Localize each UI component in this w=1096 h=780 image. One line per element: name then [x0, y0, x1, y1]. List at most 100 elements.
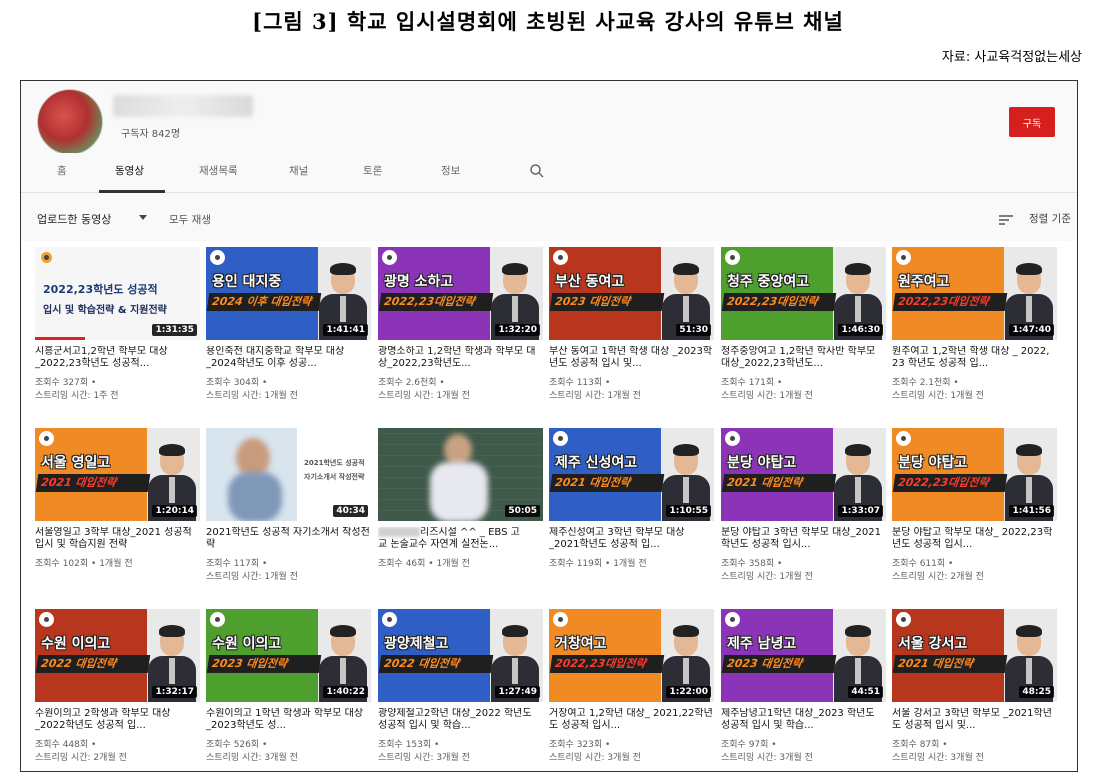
school-logo-icon [896, 250, 911, 265]
video-card[interactable]: 부산 동여고 2023 대입전략 51:30 부산 동여고 1학년 학생 대상 … [549, 247, 714, 417]
view-count: 조회수 46회 • 1개월 전 [378, 559, 470, 569]
duration-badge: 40:34 [333, 505, 368, 517]
view-count: 조회수 526회 • [206, 740, 268, 750]
thumbnail-school-name: 서울 영일고 [41, 455, 111, 471]
video-thumbnail[interactable]: 분당 야탑고 2021 대입전략 1:33:07 [721, 428, 886, 521]
school-logo-icon [39, 612, 54, 627]
redacted-text [378, 527, 420, 537]
video-card[interactable]: 용인 대지중 2024 이후 대입전략 1:41:41 용인죽전 대지중학교 학… [206, 247, 371, 417]
tab-videos[interactable]: 동영상 [115, 163, 144, 178]
tab-channels[interactable]: 채널 [289, 163, 308, 178]
school-logo-icon [553, 612, 568, 627]
thumbnail-banner: 2022,23대입전략 [549, 655, 665, 673]
school-logo-icon [210, 250, 225, 265]
video-thumbnail[interactable]: 청주 중앙여고 2022,23대입전략 1:46:30 [721, 247, 886, 340]
video-card[interactable]: 제주 남녕고 2023 대입전략 44:51 제주남녕고1학년 대상_2023 … [721, 609, 886, 771]
sort-button[interactable]: 정렬 기준 [1029, 211, 1071, 226]
thumbnail-school-name: 수원 이의고 [41, 636, 111, 652]
thumbnail-banner: 2022,23대입전략 [892, 293, 1008, 311]
video-title[interactable]: 2021학년도 성공적 자기소개서 작성전략 [206, 527, 371, 551]
video-thumbnail[interactable]: 수원 이의고 2022 대입전략 1:32:17 [35, 609, 200, 702]
video-title[interactable]: 리즈시설 ^^ _ EBS 고교 논술교수 자연계 실전논... [378, 527, 543, 551]
video-title[interactable]: 수원이의고 2학생과 학부모 대상_2022학년도 성공적 입... [35, 708, 200, 732]
thumbnail-heading: 2021학년도 성공적 [304, 459, 365, 467]
video-thumbnail[interactable]: 부산 동여고 2023 대입전략 51:30 [549, 247, 714, 340]
video-card[interactable]: 분당 야탑고 2022,23대입전략 1:41:56 분당 야탑고 학부모 대상… [892, 428, 1057, 598]
video-card[interactable]: 청주 중앙여고 2022,23대입전략 1:46:30 청주중앙여고 1,2학년… [721, 247, 886, 417]
view-count: 조회수 327회 • [35, 378, 97, 388]
video-title[interactable]: 시흥군서고1,2학년 학부모 대상_2022,23학년도 성공적... [35, 346, 200, 370]
tab-home[interactable]: 홈 [57, 163, 67, 178]
video-thumbnail[interactable]: 분당 야탑고 2022,23대입전략 1:41:56 [892, 428, 1057, 521]
video-thumbnail[interactable]: 제주 신성여고 2021 대입전략 1:10:55 [549, 428, 714, 521]
video-title[interactable]: 제주신성여고 3학년 학부모 대상_2021학년도 성공적 입... [549, 527, 714, 551]
video-thumbnail[interactable]: 수원 이의고 2023 대입전략 1:40:22 [206, 609, 371, 702]
duration-badge: 1:32:17 [152, 686, 197, 698]
video-title[interactable]: 분당 야탑고 3학년 학부모 대상_2021학년도 성공적 입시... [721, 527, 886, 551]
video-title[interactable]: 광양제철고2학년 대상_2022 학년도 성공적 입시 및 학습... [378, 708, 543, 732]
video-card[interactable]: 서울 영일고 2021 대입전략 1:20:14 서울영일고 3학부 대상_20… [35, 428, 200, 598]
sort-icon[interactable] [999, 215, 1013, 225]
duration-badge: 48:25 [1019, 686, 1054, 698]
video-card[interactable]: 거창여고 2022,23대입전략 1:22:00 거창여고 1,2학년 대상_ … [549, 609, 714, 771]
video-card[interactable]: 수원 이의고 2022 대입전략 1:32:17 수원이의고 2학생과 학부모 … [35, 609, 200, 771]
thumbnail-school-name: 제주 남녕고 [727, 636, 797, 652]
video-title[interactable]: 부산 동여고 1학년 학생 대상 _2023학년도 성공적 입시 및... [549, 346, 714, 370]
tab-about[interactable]: 정보 [441, 163, 460, 178]
view-count: 조회수 113회 • [549, 378, 611, 388]
video-thumbnail[interactable]: 거창여고 2022,23대입전략 1:22:00 [549, 609, 714, 702]
video-card[interactable]: 광명 소하고 2022,23대입전략 1:32:20 광명소하고 1,2학년 학… [378, 247, 543, 417]
video-title[interactable]: 광명소하고 1,2학년 학생과 학부모 대상_2022,23학년도... [378, 346, 543, 370]
stream-time: 스트리밍 시간: 1개월 전 [206, 391, 298, 401]
video-thumbnail[interactable]: 제주 남녕고 2023 대입전략 44:51 [721, 609, 886, 702]
video-title[interactable]: 청주중앙여고 1,2학년 학사반 학부모 대상_2022,23학년도... [721, 346, 886, 370]
subscribe-button[interactable]: 구독 [1009, 107, 1055, 137]
tab-discussion[interactable]: 토론 [363, 163, 382, 178]
thumbnail-banner: 2023 대입전략 [549, 293, 665, 311]
thumbnail-school-name: 제주 신성여고 [555, 455, 638, 471]
video-title[interactable]: 거창여고 1,2학년 대상_ 2021,22학년도 성공적 입시... [549, 708, 714, 732]
video-title[interactable]: 서울 강서고 3학년 학부모 _2021학년도 성공적 입시 및... [892, 708, 1057, 732]
video-title[interactable]: 분당 야탑고 학부모 대상_ 2022,23학년도 성공적 입시... [892, 527, 1057, 551]
video-thumbnail[interactable]: 원주여고 2022,23대입전략 1:47:40 [892, 247, 1057, 340]
video-thumbnail[interactable]: 50:05 [378, 428, 543, 521]
avatar[interactable] [37, 89, 103, 155]
video-thumbnail[interactable]: 광명 소하고 2022,23대입전략 1:32:20 [378, 247, 543, 340]
video-title[interactable]: 원주여고 1,2학년 학생 대상 _ 2022, 23 학년도 성공적 입... [892, 346, 1057, 370]
search-icon[interactable] [529, 163, 545, 179]
view-count: 조회수 448회 • [35, 740, 97, 750]
video-thumbnail[interactable]: 서울 영일고 2021 대입전략 1:20:14 [35, 428, 200, 521]
video-card[interactable]: 광양제철고 2022 대입전략 1:27:49 광양제철고2학년 대상_2022… [378, 609, 543, 771]
video-card[interactable]: 원주여고 2022,23대입전략 1:47:40 원주여고 1,2학년 학생 대… [892, 247, 1057, 417]
video-title[interactable]: 제주남녕고1학년 대상_2023 학년도 성공적 입시 및 학습... [721, 708, 886, 732]
stream-time: 스트리밍 시간: 3개월 전 [892, 753, 984, 763]
thumbnail-banner: 2024 이후 대입전략 [206, 293, 322, 311]
play-all-button[interactable]: 모두 재생 [169, 212, 211, 227]
video-title[interactable]: 서울영일고 3학부 대상_2021 성공적 입시 및 학습지원 전략 [35, 527, 200, 551]
stream-time: 스트리밍 시간: 3개월 전 [549, 753, 641, 763]
video-thumbnail[interactable]: 서울 강서고 2021 대입전략 48:25 [892, 609, 1057, 702]
uploads-dropdown[interactable]: 업로드한 동영상 [37, 211, 111, 227]
view-count: 조회수 117회 • [206, 559, 268, 569]
figure-title: [그림 3] 학교 입시설명회에 초빙된 사교육 강사의 유튜브 채널 [252, 9, 844, 34]
video-title-part: 교 논술교수 자연계 실전논... [378, 539, 499, 550]
video-card[interactable]: 2022,23학년도 성공적 입시 및 학습전략 & 지원전략 1:31:35 … [35, 247, 200, 417]
chevron-down-icon[interactable] [139, 215, 147, 220]
video-card[interactable]: 수원 이의고 2023 대입전략 1:40:22 수원이의고 1학년 학생과 학… [206, 609, 371, 771]
video-thumbnail[interactable]: 용인 대지중 2024 이후 대입전략 1:41:41 [206, 247, 371, 340]
video-card[interactable]: 2021학년도 성공적 자기소개서 작성전략 40:34 2021학년도 성공적… [206, 428, 371, 598]
video-title[interactable]: 용인죽전 대지중학교 학부모 대상_2024학년도 이후 성공... [206, 346, 371, 370]
duration-badge: 1:40:22 [323, 686, 368, 698]
video-thumbnail[interactable]: 광양제철고 2022 대입전략 1:27:49 [378, 609, 543, 702]
video-thumbnail[interactable]: 2021학년도 성공적 자기소개서 작성전략 40:34 [206, 428, 371, 521]
tab-playlists[interactable]: 재생목록 [199, 163, 238, 178]
duration-badge: 1:41:56 [1009, 505, 1054, 517]
duration-badge: 1:20:14 [152, 505, 197, 517]
video-title[interactable]: 수원이의고 1학년 학생과 학부모 대상 _2023학년도 성... [206, 708, 371, 732]
video-card[interactable]: 서울 강서고 2021 대입전략 48:25 서울 강서고 3학년 학부모 _2… [892, 609, 1057, 771]
video-thumbnail[interactable]: 2022,23학년도 성공적 입시 및 학습전략 & 지원전략 1:31:35 [35, 247, 200, 340]
school-logo-icon [553, 431, 568, 446]
video-card[interactable]: 50:05 리즈시설 ^^ _ EBS 고교 논술교수 자연계 실전논... 조… [378, 428, 543, 598]
video-card[interactable]: 제주 신성여고 2021 대입전략 1:10:55 제주신성여고 3학년 학부모… [549, 428, 714, 598]
video-card[interactable]: 분당 야탑고 2021 대입전략 1:33:07 분당 야탑고 3학년 학부모 … [721, 428, 886, 598]
